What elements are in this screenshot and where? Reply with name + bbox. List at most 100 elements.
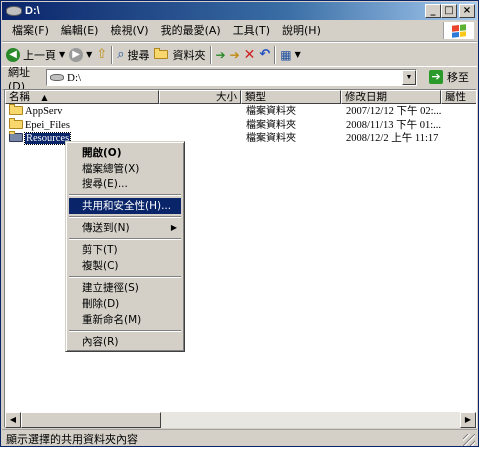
- context-create-shortcut[interactable]: 建立捷徑(S): [69, 280, 181, 296]
- folder-icon: [9, 104, 23, 115]
- toolbar-separator: [111, 45, 114, 64]
- go-label: 移至: [447, 71, 469, 84]
- scroll-thumb[interactable]: [21, 412, 161, 428]
- back-label: 上一頁: [23, 48, 56, 62]
- move-to-button[interactable]: ➔: [216, 48, 226, 62]
- scroll-left-button[interactable]: ◀: [5, 412, 21, 428]
- go-arrow-icon: ➔: [429, 70, 443, 84]
- back-arrow-icon: ◀: [6, 47, 20, 62]
- file-type: 檔案資料夾: [246, 133, 296, 144]
- file-type: 檔案資料夾: [246, 106, 296, 117]
- copy-to-button[interactable]: ➔: [230, 48, 240, 62]
- column-header-name[interactable]: 名稱 ▲: [5, 90, 159, 104]
- menu-bar: 檔案(F) 編輯(E) 檢視(V) 我的最愛(A) 工具(T) 說明(H): [2, 21, 477, 42]
- file-name: Epei_Files: [25, 120, 70, 131]
- maximize-button[interactable]: □: [441, 4, 457, 18]
- views-icon: ▦: [280, 47, 292, 62]
- context-send-to-label: 傳送到(N): [82, 222, 130, 234]
- context-menu: 開啟(O) 檔案總管(X) 搜尋(E)... 共用和安全性(H)... 傳送到(…: [65, 141, 185, 352]
- context-delete[interactable]: 刪除(D): [69, 296, 181, 312]
- shared-folder-icon: [9, 131, 23, 142]
- back-button[interactable]: ◀ 上一頁 ▼: [6, 47, 65, 63]
- column-name-label: 名稱: [9, 91, 30, 103]
- views-dropdown-icon: ▼: [294, 50, 301, 59]
- context-cut[interactable]: 剪下(T): [69, 242, 181, 258]
- menu-favorites[interactable]: 我的最愛(A): [155, 22, 227, 40]
- context-copy[interactable]: 複製(C): [69, 258, 181, 274]
- windows-logo: [443, 22, 474, 39]
- address-bar: 網址(D) D:\ ▼ ➔ 移至: [2, 66, 477, 93]
- menu-separator: [69, 238, 181, 240]
- status-text: 顯示選擇的共用資料夾內容: [6, 433, 138, 446]
- undo-icon: ↶: [259, 47, 271, 62]
- column-headers: 名稱 ▲ 大小 類型 修改日期 屬性: [5, 90, 476, 104]
- context-open[interactable]: 開啟(O): [69, 145, 181, 161]
- folders-button[interactable]: 資料夾: [153, 47, 206, 63]
- delete-x-icon: ✕: [243, 46, 256, 63]
- drive-icon: [50, 74, 64, 81]
- menu-separator: [69, 330, 181, 332]
- title-buttons: _ □ ×: [425, 4, 475, 18]
- folders-icon: [153, 48, 168, 59]
- menu-edit[interactable]: 編輯(E): [55, 22, 105, 40]
- close-button[interactable]: ×: [459, 4, 475, 18]
- back-dropdown-icon[interactable]: ▼: [59, 50, 65, 59]
- column-header-size[interactable]: 大小: [159, 90, 241, 104]
- column-header-type[interactable]: 類型: [241, 90, 341, 104]
- move-to-icon: ➔: [215, 47, 226, 62]
- menu-separator: [69, 216, 181, 218]
- search-label: 搜尋: [127, 48, 150, 62]
- undo-button[interactable]: ↶: [259, 47, 270, 62]
- context-rename[interactable]: 重新命名(M): [69, 312, 181, 328]
- submenu-arrow-icon: ▶: [170, 223, 177, 232]
- views-button[interactable]: ▦ ▼: [280, 48, 301, 62]
- context-sharing-security[interactable]: 共用和安全性(H)...: [69, 198, 181, 214]
- menu-file[interactable]: 檔案(F): [2, 22, 55, 40]
- toolbar: ◀ 上一頁 ▼ ▶ ▼ ⇧ ⌕ 搜尋 資料夾 ➔ ➔ ✕ ↶ ▦ ▼: [2, 42, 477, 67]
- resize-grip-icon[interactable]: [463, 434, 475, 446]
- context-search[interactable]: 搜尋(E)...: [69, 176, 181, 192]
- menu-separator: [69, 194, 181, 196]
- up-folder-icon: ⇧: [96, 47, 108, 62]
- file-name-cell: Resources: [9, 131, 72, 145]
- folder-icon: [9, 118, 23, 129]
- file-name-cell: AppServ: [9, 104, 63, 118]
- menu-help[interactable]: 說明(H): [276, 22, 327, 40]
- scroll-right-button[interactable]: ▶: [460, 412, 476, 428]
- file-name: Resources: [23, 132, 72, 145]
- copy-to-icon: ➔: [229, 47, 240, 62]
- address-input[interactable]: D:\ ▼: [46, 69, 417, 86]
- search-icon: ⌕: [117, 47, 125, 62]
- address-dropdown-button[interactable]: ▼: [402, 70, 416, 85]
- menu-separator: [69, 276, 181, 278]
- windows-flag-icon: [452, 23, 466, 38]
- delete-button[interactable]: ✕: [244, 47, 256, 63]
- forward-arrow-icon: ▶: [69, 47, 84, 62]
- file-modified: 2007/12/12 下午 02:...: [346, 106, 442, 117]
- menu-view[interactable]: 檢視(V): [104, 22, 154, 40]
- go-button[interactable]: ➔ 移至: [429, 69, 469, 85]
- status-bar: 顯示選擇的共用資料夾內容: [2, 429, 477, 448]
- file-name-cell: Epei_Files: [9, 118, 70, 132]
- context-properties[interactable]: 內容(R): [69, 334, 181, 350]
- column-header-attributes[interactable]: 屬性: [441, 90, 476, 104]
- toolbar-separator: [209, 45, 212, 64]
- menu-tools[interactable]: 工具(T): [227, 22, 276, 40]
- title-bar[interactable]: D:\ _ □ ×: [2, 2, 477, 20]
- forward-button[interactable]: ▶ ▼: [69, 47, 92, 62]
- column-header-modified[interactable]: 修改日期: [341, 90, 441, 104]
- file-modified: 2008/11/13 下午 01:...: [346, 120, 441, 131]
- address-value: D:\: [67, 71, 82, 84]
- context-explore[interactable]: 檔案總管(X): [69, 161, 181, 177]
- window-title: D:\: [25, 5, 40, 17]
- up-button[interactable]: ⇧: [96, 47, 107, 62]
- search-button[interactable]: ⌕ 搜尋: [117, 47, 149, 63]
- minimize-button[interactable]: _: [425, 4, 441, 18]
- horizontal-scrollbar[interactable]: ◀ ▶: [5, 412, 476, 428]
- file-modified: 2008/12/2 上午 11:17: [346, 133, 439, 144]
- drive-icon: [6, 6, 22, 16]
- file-name: AppServ: [25, 106, 63, 117]
- context-send-to[interactable]: 傳送到(N) ▶: [69, 220, 181, 236]
- sort-ascending-icon: ▲: [41, 93, 48, 102]
- forward-dropdown-icon[interactable]: ▼: [86, 50, 92, 59]
